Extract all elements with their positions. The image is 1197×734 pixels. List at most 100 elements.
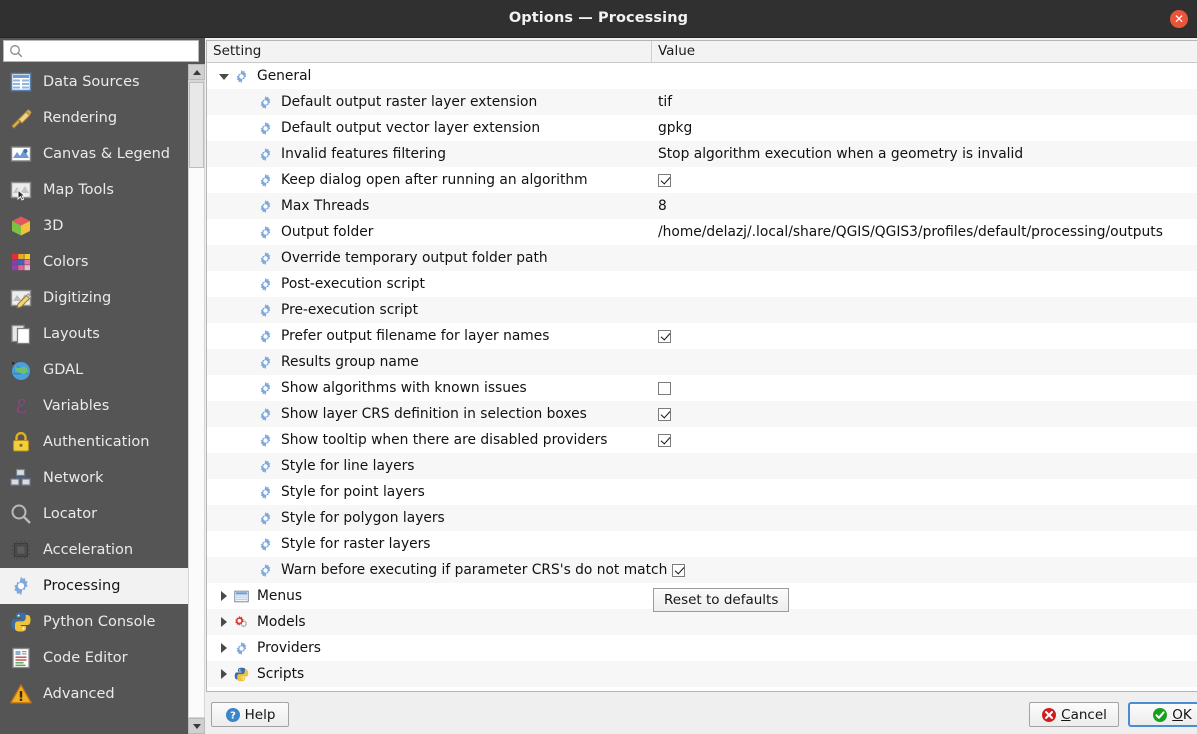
setting-cell: Style for polygon layers <box>207 505 445 531</box>
sidebar-item-map-tools[interactable]: Map Tools <box>0 172 192 208</box>
settings-row[interactable]: Max Threads 8 <box>207 193 1197 219</box>
setting-checkbox[interactable] <box>672 564 685 577</box>
settings-row[interactable]: Style for point layers <box>207 479 1197 505</box>
setting-label: Menus <box>257 588 302 604</box>
sidebar-item-data-sources[interactable]: Data Sources <box>0 64 192 100</box>
scroll-up-arrow-icon[interactable] <box>188 64 205 80</box>
sidebar-item-layouts[interactable]: Layouts <box>0 316 192 352</box>
setting-cell: Max Threads <box>207 193 369 219</box>
settings-row[interactable]: Show tooltip when there are disabled pro… <box>207 427 1197 453</box>
settings-row[interactable]: Warn before executing if parameter CRS's… <box>207 557 1197 583</box>
setting-checkbox[interactable] <box>658 434 671 447</box>
scrollbar-thumb[interactable] <box>189 82 204 168</box>
settings-row[interactable]: Post-execution script <box>207 271 1197 297</box>
value-cell[interactable] <box>658 323 671 349</box>
close-icon[interactable]: ✕ <box>1170 10 1188 28</box>
settings-row[interactable]: General <box>207 63 1197 89</box>
reset-to-defaults-button[interactable]: Reset to defaults <box>653 588 789 612</box>
chevron-right-icon[interactable] <box>217 641 231 655</box>
sidebar-item-label: Canvas & Legend <box>43 146 170 162</box>
setting-checkbox[interactable] <box>658 408 671 421</box>
setting-label: Max Threads <box>281 198 369 214</box>
settings-row[interactable]: Show algorithms with known issues <box>207 375 1197 401</box>
options-main-panel: Setting Value GeneralDefault output rast… <box>205 38 1197 734</box>
scroll-down-arrow-icon[interactable] <box>188 718 205 734</box>
settings-row[interactable]: Output folder/home/delazj/.local/share/Q… <box>207 219 1197 245</box>
cancel-button[interactable]: Cancel <box>1029 702 1119 727</box>
sidebar-item-digitizing[interactable]: Digitizing <box>0 280 192 316</box>
settings-row[interactable]: Keep dialog open after running an algori… <box>207 167 1197 193</box>
chevron-right-icon[interactable] <box>217 589 231 603</box>
value-cell[interactable] <box>658 375 671 401</box>
settings-row[interactable]: Invalid features filtering Stop algorithm… <box>207 141 1197 167</box>
sidebar-item-locator[interactable]: Locator <box>0 496 192 532</box>
sidebar-item-advanced[interactable]: Advanced <box>0 676 192 712</box>
sidebar-item-rendering[interactable]: Rendering <box>0 100 192 136</box>
settings-row[interactable]: Style for raster layers <box>207 531 1197 557</box>
value-cell[interactable]: /home/delazj/.local/share/QGIS/QGIS3/pro… <box>658 219 1163 245</box>
scrollbar-track[interactable] <box>189 168 204 717</box>
magnifier-icon <box>9 502 33 526</box>
settings-row[interactable]: Style for polygon layers <box>207 505 1197 531</box>
sidebar-item-label: Code Editor <box>43 650 128 666</box>
sidebar-item-canvas-legend[interactable]: Canvas & Legend <box>0 136 192 172</box>
settings-row[interactable]: Prefer output filename for layer names <box>207 323 1197 349</box>
value-cell[interactable]: 8 <box>658 193 667 219</box>
sidebar-item-label: Colors <box>43 254 88 270</box>
python-icon <box>9 610 33 634</box>
settings-row[interactable]: Override temporary output folder path <box>207 245 1197 271</box>
setting-checkbox[interactable] <box>658 174 671 187</box>
sidebar-item-label: Python Console <box>43 614 155 630</box>
sidebar-item-python-console[interactable]: Python Console <box>0 604 192 640</box>
value-cell[interactable] <box>658 427 671 453</box>
sidebar-item-3d[interactable]: 3D <box>0 208 192 244</box>
search-input[interactable] <box>27 41 199 63</box>
ok-accel: O <box>1172 707 1183 723</box>
settings-row[interactable]: Models <box>207 609 1197 635</box>
settings-row[interactable]: Default output vector layer extensiongpk… <box>207 115 1197 141</box>
setting-cell: Warn before executing if parameter CRS's… <box>207 557 685 583</box>
cube-icon <box>9 214 33 238</box>
value-cell[interactable] <box>658 167 671 193</box>
settings-row[interactable]: Default output raster layer extensiontif <box>207 89 1197 115</box>
pages-icon <box>9 322 33 346</box>
sidebar-scrollbar[interactable] <box>188 64 205 734</box>
help-button[interactable]: ? Help <box>211 702 289 727</box>
settings-row[interactable]: Providers <box>207 635 1197 661</box>
gear-blue-icon <box>257 276 274 293</box>
settings-row[interactable]: Results group name <box>207 349 1197 375</box>
settings-row[interactable]: Show layer CRS definition in selection b… <box>207 401 1197 427</box>
sidebar-item-variables[interactable]: ℰVariables <box>0 388 192 424</box>
sidebar-item-processing[interactable]: Processing <box>0 568 192 604</box>
setting-cell: Show layer CRS definition in selection b… <box>207 401 587 427</box>
ok-button[interactable]: OK <box>1128 702 1197 727</box>
value-cell[interactable]: tif <box>658 89 672 115</box>
chevron-right-icon[interactable] <box>217 615 231 629</box>
setting-checkbox[interactable] <box>658 330 671 343</box>
setting-cell: General <box>207 63 311 89</box>
setting-checkbox[interactable] <box>658 382 671 395</box>
chevron-right-icon[interactable] <box>217 667 231 681</box>
sidebar-item-authentication[interactable]: Authentication <box>0 424 192 460</box>
cancel-rest: ancel <box>1071 707 1107 723</box>
sidebar-item-network[interactable]: Network <box>0 460 192 496</box>
sidebar-item-acceleration[interactable]: Acceleration <box>0 532 192 568</box>
sidebar-item-code-editor[interactable]: Code Editor <box>0 640 192 676</box>
settings-row[interactable]: Scripts <box>207 661 1197 687</box>
settings-row[interactable]: Style for line layers <box>207 453 1197 479</box>
setting-cell: Style for point layers <box>207 479 425 505</box>
settings-tree: Setting Value GeneralDefault output rast… <box>206 40 1197 692</box>
setting-cell: Invalid features filtering <box>207 141 446 167</box>
setting-cell: Show tooltip when there are disabled pro… <box>207 427 607 453</box>
search-box[interactable] <box>3 40 199 62</box>
column-header-setting[interactable]: Setting <box>207 41 652 62</box>
settings-row[interactable]: Pre-execution script <box>207 297 1197 323</box>
value-cell[interactable] <box>658 401 671 427</box>
chevron-down-icon[interactable] <box>217 69 231 83</box>
value-cell[interactable]: Stop algorithm execution when a geometry… <box>658 141 1023 167</box>
sidebar-item-colors[interactable]: Colors <box>0 244 192 280</box>
sidebar-item-gdal[interactable]: GDAL <box>0 352 192 388</box>
value-cell[interactable]: gpkg <box>658 115 692 141</box>
column-header-value[interactable]: Value <box>652 41 1197 62</box>
options-dialog: Options — Processing ✕ Data SourcesRende… <box>0 0 1197 734</box>
